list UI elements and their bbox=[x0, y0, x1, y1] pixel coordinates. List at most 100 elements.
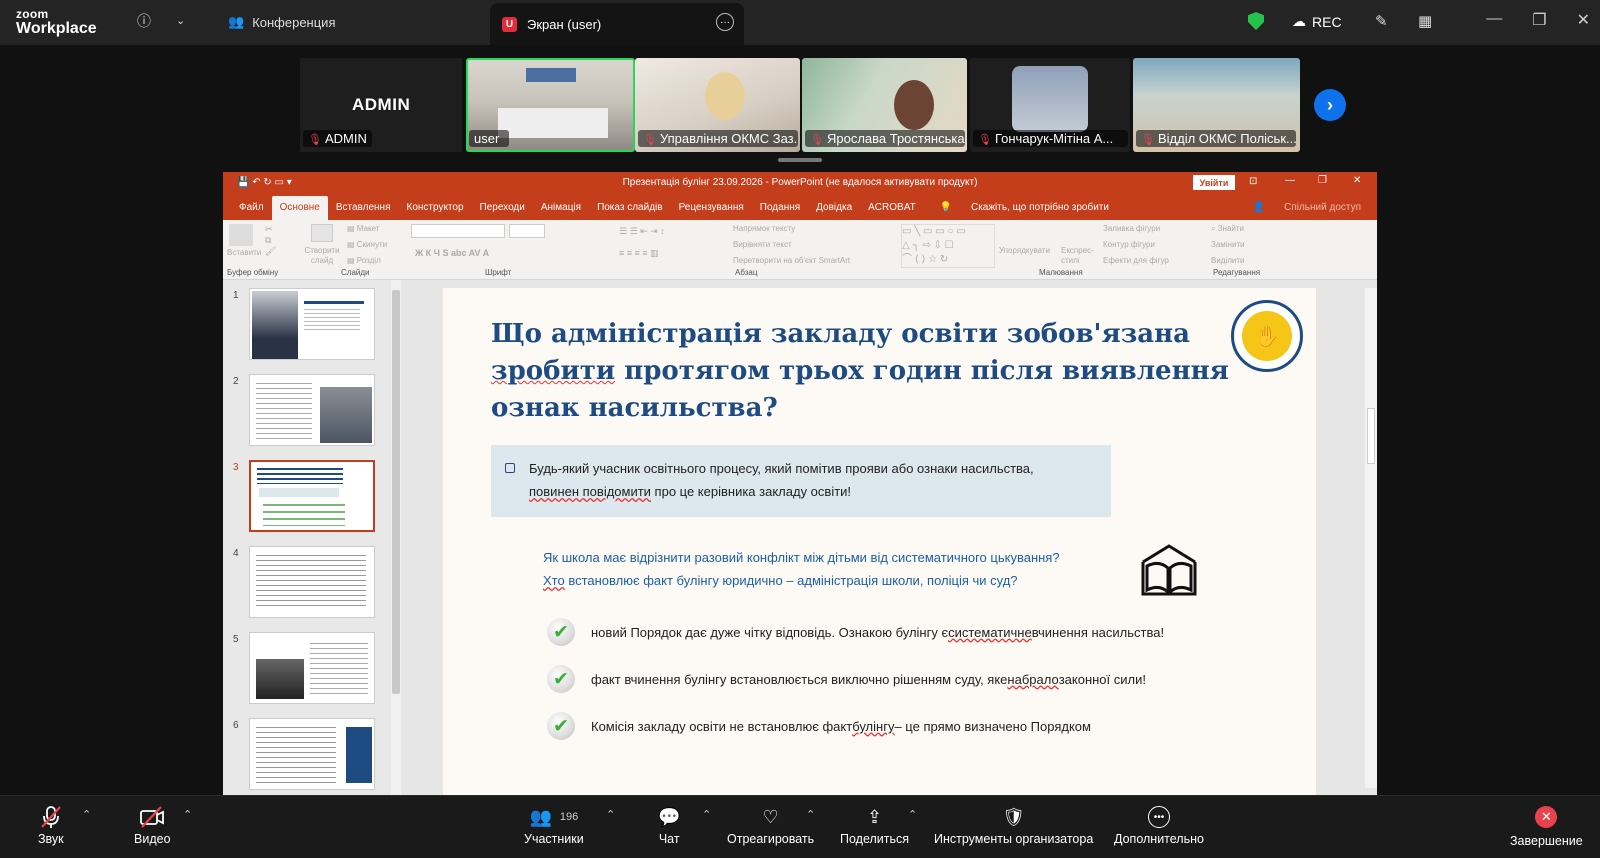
quick-styles-button[interactable]: Експрес-стилі bbox=[1061, 246, 1099, 266]
share-screen-button[interactable]: ⇪ Поделиться bbox=[840, 804, 909, 847]
participants-button[interactable]: 👥 196 Участники bbox=[524, 804, 584, 847]
ppt-restore-icon[interactable]: ❐ bbox=[1318, 175, 1327, 186]
tab-review[interactable]: Рецензування bbox=[671, 202, 752, 220]
react-caret-icon[interactable]: ⌃ bbox=[806, 808, 815, 821]
ppt-close-icon[interactable]: ✕ bbox=[1353, 175, 1361, 186]
chat-button[interactable]: 💬 Чат bbox=[658, 804, 680, 847]
info-icon[interactable]: ⓘ bbox=[137, 11, 151, 31]
clipboard-small-icons[interactable]: ✂ ⧉ 🖌 bbox=[265, 224, 276, 257]
new-slide-icon[interactable] bbox=[311, 224, 333, 242]
scroll-thumb[interactable] bbox=[392, 290, 400, 694]
participant-name: Управління ОКМС Заз... bbox=[659, 131, 798, 146]
tab-design[interactable]: Конструктор bbox=[399, 202, 472, 220]
tab-home[interactable]: Основне bbox=[271, 196, 328, 220]
ribbon-display-icon[interactable]: ⊡ bbox=[1249, 176, 1257, 187]
signin-button[interactable]: Увійти bbox=[1193, 175, 1235, 190]
replace-button[interactable]: Замінити bbox=[1211, 240, 1245, 249]
new-slide-button[interactable]: Створити слайд bbox=[303, 246, 341, 266]
share-screen-icon: ⇪ bbox=[866, 806, 883, 827]
tab-file[interactable]: Файл bbox=[231, 202, 272, 220]
slide-thumbnail-1[interactable] bbox=[249, 288, 375, 360]
annotate-pen-icon[interactable]: ✎ bbox=[1375, 12, 1388, 30]
minimize-icon[interactable]: — bbox=[1486, 10, 1502, 30]
find-button[interactable]: ⌕ Знайти bbox=[1211, 224, 1244, 234]
reset-button[interactable]: ▤ Скинути bbox=[347, 240, 387, 249]
check-text: – це прямо визначено Порядком bbox=[894, 718, 1091, 734]
current-slide[interactable]: Що адміністрація закладу освіти зобов'яз… bbox=[443, 288, 1316, 796]
thumb-callout bbox=[259, 488, 339, 497]
tab-acrobat[interactable]: ACROBAT bbox=[860, 202, 924, 220]
align-text-button[interactable]: Вирівняти текст bbox=[733, 240, 792, 249]
tab-slideshow[interactable]: Показ слайдів bbox=[589, 202, 671, 220]
select-button[interactable]: Виділити bbox=[1211, 256, 1245, 265]
question-2: встановлює факт булінгу юридично – адмін… bbox=[564, 573, 1018, 588]
tell-me-box[interactable]: 💡 Скажіть, що потрібно зробити bbox=[924, 202, 1125, 220]
more-button[interactable]: ••• Дополнительно bbox=[1114, 804, 1204, 846]
mic-muted-icon: 🎙 bbox=[1141, 134, 1155, 146]
video-options-caret-icon[interactable]: ⌃ bbox=[183, 808, 192, 821]
title-line: Що адміністрація закладу освіти зобов'яз… bbox=[491, 319, 1191, 349]
slide-scrollbar[interactable] bbox=[1365, 288, 1377, 788]
font-name-select[interactable] bbox=[411, 224, 505, 238]
shape-effects-button[interactable]: Ефекти для фігур bbox=[1103, 256, 1169, 265]
react-button[interactable]: ♡ Отреагировать bbox=[727, 804, 814, 847]
smartart-button[interactable]: Перетворити на об'єкт SmartArt bbox=[733, 256, 850, 265]
check-item-3: ✔ Комісія закладу освіти не встановлює ф… bbox=[547, 712, 1091, 740]
next-page-button[interactable]: › bbox=[1314, 89, 1346, 121]
people-icon: 👥 bbox=[228, 14, 245, 29]
participant-nametag: 🎙 ADMIN bbox=[303, 130, 372, 147]
scroll-thumb[interactable] bbox=[1367, 408, 1375, 464]
group-paragraph: Абзац bbox=[735, 268, 758, 277]
end-meeting-button[interactable]: ✕ Завершение bbox=[1510, 804, 1583, 848]
strip-resize-handle[interactable] bbox=[778, 158, 822, 162]
slide-thumbnail-5[interactable] bbox=[249, 632, 375, 704]
tab-animations[interactable]: Анімація bbox=[533, 202, 589, 220]
paste-icon[interactable] bbox=[229, 224, 253, 246]
shape-outline-button[interactable]: Контур фігури bbox=[1103, 240, 1155, 249]
arrange-button[interactable]: Упорядкувати bbox=[999, 246, 1050, 255]
slide-thumbnail-2[interactable] bbox=[249, 374, 375, 446]
slide-thumbnail-4[interactable] bbox=[249, 546, 375, 618]
audio-options-caret-icon[interactable]: ⌃ bbox=[82, 808, 91, 821]
check-text: новий Порядок дає дуже чітку відповідь. … bbox=[591, 624, 949, 640]
shapes-gallery[interactable]: ▭ ╲ ▭ ▭ ○ ▭ △ ┐ ⇨ ⇩ ☐ ⌒ ⟨ ⟩ ☆ ↻ bbox=[901, 224, 995, 268]
tab-help[interactable]: Довідка bbox=[808, 202, 860, 220]
host-tools-button[interactable]: 🛡 Инструменты организатора bbox=[934, 804, 1093, 847]
share-button[interactable]: 👤 Спільний доступ bbox=[1237, 202, 1377, 220]
slide-thumbnail-3-selected[interactable] bbox=[249, 460, 375, 532]
font-format-buttons[interactable]: Ж К Ч S abc AV A bbox=[415, 248, 489, 258]
rec-label: REC bbox=[1312, 13, 1342, 30]
close-icon[interactable]: ✕ bbox=[1577, 10, 1590, 30]
paragraph-align-icons[interactable]: ≡ ≡ ≡ ≡ ▥ bbox=[619, 248, 659, 259]
video-off-icon bbox=[139, 804, 165, 830]
screen-share-tab[interactable]: U Экран (user) ··· bbox=[490, 3, 744, 45]
thumbnail-scrollbar[interactable] bbox=[391, 280, 401, 796]
security-shield-icon[interactable] bbox=[1248, 12, 1264, 30]
apps-icon[interactable]: ▦ bbox=[1418, 12, 1432, 30]
more-options-icon[interactable]: ··· bbox=[716, 13, 734, 31]
paragraph-list-icons[interactable]: ☰ ☰ ⇤ ⇥ ↕ bbox=[619, 226, 665, 237]
participants-caret-icon[interactable]: ⌃ bbox=[606, 808, 615, 821]
chat-caret-icon[interactable]: ⌃ bbox=[702, 808, 711, 821]
more-label: Дополнительно bbox=[1114, 832, 1204, 846]
record-indicator[interactable]: ☁ REC bbox=[1292, 13, 1342, 30]
video-button[interactable]: Видео bbox=[134, 804, 171, 846]
slide-number: 4 bbox=[233, 548, 239, 559]
shape-fill-button[interactable]: Заливка фігури bbox=[1103, 224, 1160, 233]
ppt-minimize-icon[interactable]: — bbox=[1285, 175, 1295, 186]
layout-button[interactable]: ▤ Макет bbox=[347, 224, 379, 233]
tab-insert[interactable]: Вставлення bbox=[328, 202, 399, 220]
audio-button[interactable]: Звук bbox=[38, 804, 64, 846]
tab-view[interactable]: Подання bbox=[752, 202, 808, 220]
meeting-label[interactable]: 👥 Конференция bbox=[228, 14, 335, 30]
restore-icon[interactable]: ❐ bbox=[1532, 10, 1546, 30]
text-direction-button[interactable]: Напрямок тексту bbox=[733, 224, 795, 233]
tab-transitions[interactable]: Переходи bbox=[472, 202, 533, 220]
paste-button[interactable]: Вставити bbox=[227, 248, 261, 257]
font-size-select[interactable] bbox=[509, 224, 545, 238]
section-button[interactable]: ▤ Розділ bbox=[347, 256, 381, 265]
chevron-down-icon[interactable]: ⌄ bbox=[176, 14, 185, 27]
participant-name: user bbox=[469, 130, 509, 147]
slide-thumbnail-6[interactable] bbox=[249, 718, 375, 790]
share-caret-icon[interactable]: ⌃ bbox=[908, 808, 917, 821]
